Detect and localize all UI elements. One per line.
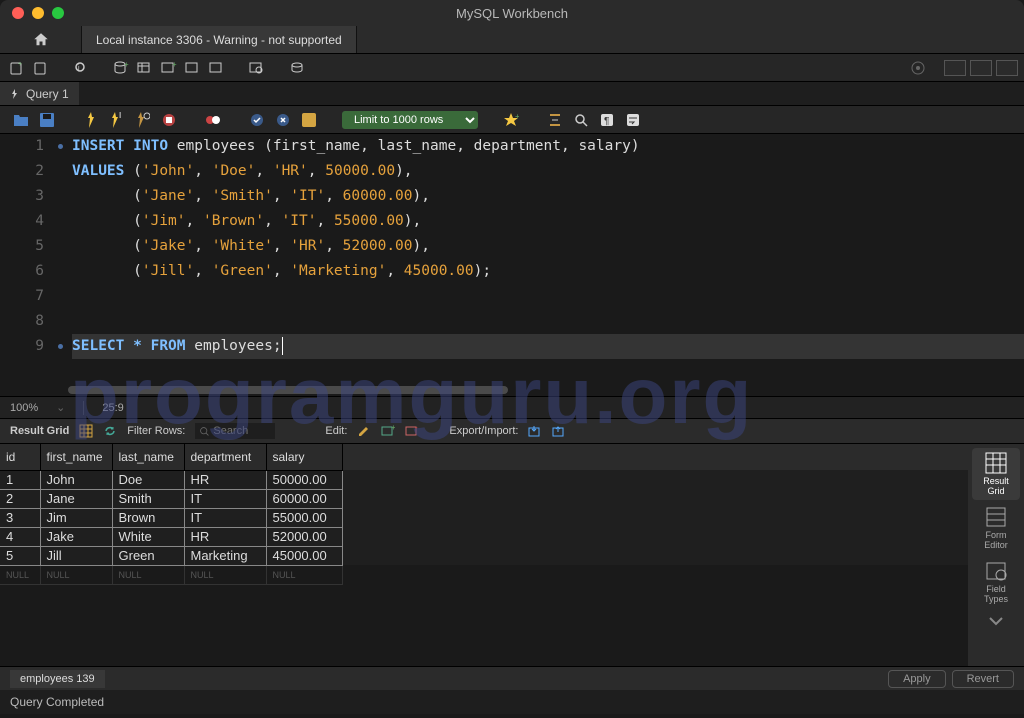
window-title: MySQL Workbench [0,6,1024,21]
favorite-button[interactable]: + [500,109,522,131]
query-tab[interactable]: Query 1 [0,82,79,105]
import-icon[interactable] [552,424,566,438]
rollback-button[interactable] [272,109,294,131]
create-function-button[interactable] [206,57,228,79]
cursor-position: 25:9 [102,402,123,414]
inspector-button[interactable]: i [70,57,92,79]
svg-text:+: + [515,112,519,121]
sql-editor[interactable]: 123456789 INSERT INTO employees (first_n… [0,134,1024,386]
add-row-icon[interactable]: + [381,424,395,438]
stop-button[interactable] [158,109,180,131]
refresh-icon[interactable] [103,424,117,438]
side-panel-result-grid[interactable]: Result Grid [972,448,1020,500]
breakpoint-gutter [52,134,68,386]
column-header[interactable]: id [0,444,40,470]
svg-text:+: + [172,60,177,69]
search-table-button[interactable] [246,57,268,79]
result-tab[interactable]: employees 139 [10,670,105,688]
search-icon [199,426,210,437]
line-gutter: 123456789 [0,134,52,386]
connection-tabs: Local instance 3306 - Warning - not supp… [0,26,1024,54]
invisible-chars-button[interactable]: ¶ [596,109,618,131]
filter-label: Filter Rows: [127,425,185,437]
apply-button[interactable]: Apply [888,670,946,688]
toggle-sidebar-button[interactable] [944,60,966,76]
delete-row-icon[interactable]: - [405,424,419,438]
settings-icon[interactable] [910,60,926,76]
revert-button[interactable]: Revert [952,670,1014,688]
null-row[interactable]: NULLNULLNULLNULLNULL [0,565,968,584]
table-row[interactable]: 2JaneSmithIT60000.00 [0,489,968,508]
edit-row-icon[interactable] [357,424,371,438]
create-schema-button[interactable]: + [110,57,132,79]
table-row[interactable]: 5JillGreenMarketing45000.00 [0,546,968,565]
column-header[interactable]: first_name [40,444,112,470]
home-icon [32,31,50,49]
grid-icon[interactable] [79,424,93,438]
result-label: Result Grid [10,425,69,437]
edit-label: Edit: [325,425,347,437]
reconnect-button[interactable] [286,57,308,79]
create-procedure-button[interactable] [182,57,204,79]
beautify-button[interactable] [544,109,566,131]
query-tab-label: Query 1 [26,87,69,101]
table-row[interactable]: 3JimBrownIT55000.00 [0,508,968,527]
svg-text:+: + [391,424,395,432]
export-label: Export/Import: [449,425,518,437]
toggle-no-limit-button[interactable] [202,109,224,131]
open-sql-button[interactable] [30,57,52,79]
lightning-icon [10,89,20,99]
side-panel-form-editor[interactable]: Form Editor [972,502,1020,554]
table-row[interactable]: 1JohnDoeHR50000.00 [0,470,968,489]
chevron-down-icon[interactable] [986,614,1006,631]
status-bar: Query Completed [0,690,1024,714]
horizontal-scrollbar[interactable] [68,386,1024,396]
export-icon[interactable] [528,424,542,438]
column-header[interactable]: salary [266,444,342,470]
home-tab[interactable] [0,26,82,53]
query-tab-bar: Query 1 [0,82,1024,106]
editor-toolbar: I Limit to 1000 rows + ¶ [0,106,1024,134]
main-toolbar: + i + + [0,54,1024,82]
find-button[interactable] [570,109,592,131]
svg-text:I: I [119,112,121,120]
wrap-button[interactable] [622,109,644,131]
zoom-indicator[interactable]: 100% [10,402,38,414]
autocommit-button[interactable] [298,109,320,131]
result-tab-bar: employees 139 Apply Revert [0,666,1024,690]
new-sql-tab-button[interactable]: + [6,57,28,79]
create-view-button[interactable]: + [158,57,180,79]
svg-text:+: + [124,60,129,69]
result-toolbar: Result Grid Filter Rows: Edit: + - Expor… [0,418,1024,444]
explain-button[interactable] [132,109,154,131]
limit-select[interactable]: Limit to 1000 rows [342,111,478,129]
svg-text:¶: ¶ [604,116,609,127]
connection-tab[interactable]: Local instance 3306 - Warning - not supp… [82,26,357,53]
commit-button[interactable] [246,109,268,131]
open-file-button[interactable] [10,109,32,131]
create-table-button[interactable] [134,57,156,79]
save-file-button[interactable] [36,109,58,131]
svg-text:-: - [415,424,418,432]
table-row[interactable]: 4JakeWhiteHR52000.00 [0,527,968,546]
status-text: Query Completed [10,695,104,709]
toggle-output-button[interactable] [996,60,1018,76]
svg-text:+: + [18,61,22,68]
column-header[interactable]: department [184,444,266,470]
side-panel-field-types[interactable]: Field Types [972,556,1020,608]
code-area[interactable]: INSERT INTO employees (first_name, last_… [68,134,1024,386]
result-side-panel: Result GridForm EditorField Types [968,444,1024,666]
execute-current-button[interactable]: I [106,109,128,131]
editor-status-bar: 100% ⌄ 25:9 [0,396,1024,418]
titlebar: MySQL Workbench [0,0,1024,26]
execute-button[interactable] [80,109,102,131]
column-header[interactable]: last_name [112,444,184,470]
toggle-secondary-sidebar-button[interactable] [970,60,992,76]
result-grid[interactable]: idfirst_namelast_namedepartmentsalary1Jo… [0,444,968,666]
